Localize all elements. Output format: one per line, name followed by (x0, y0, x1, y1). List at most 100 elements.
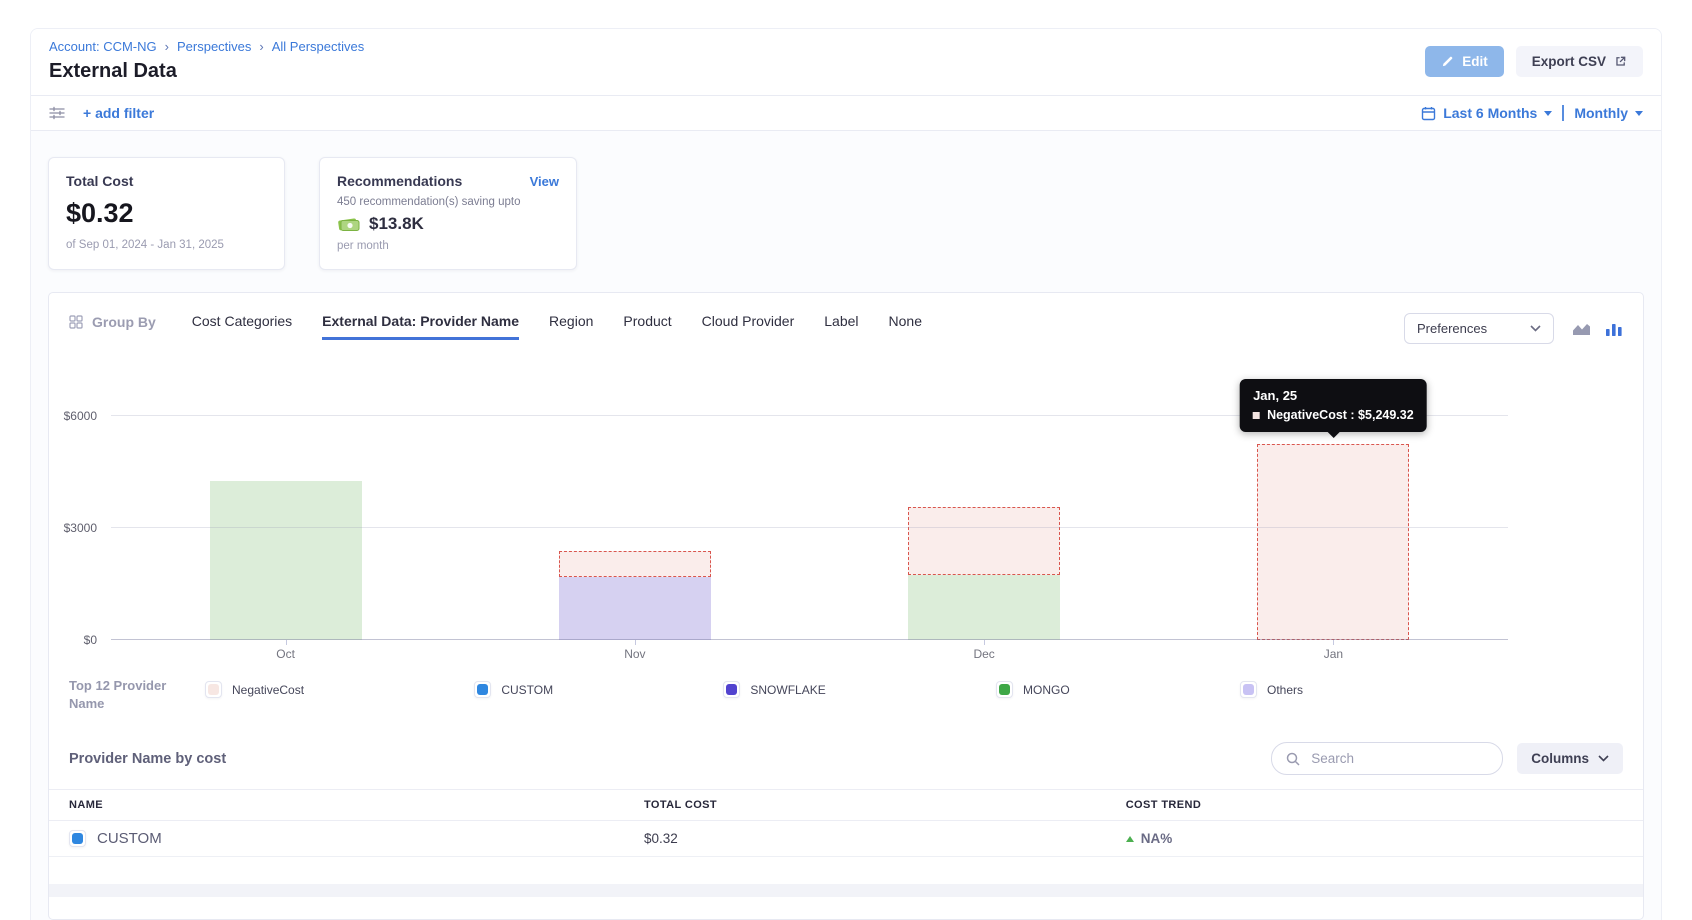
summary-cards: Total Cost $0.32 of Sep 01, 2024 - Jan 3… (48, 157, 1644, 270)
breadcrumb-link-account-ccm-ng[interactable]: Account: CCM-NG (49, 39, 157, 54)
columns-button-label: Columns (1531, 751, 1589, 766)
recommendations-card: Recommendations View 450 recommendation(… (319, 157, 577, 270)
divider (1562, 105, 1564, 121)
x-axis-labels: OctNovDecJan (111, 647, 1508, 661)
y-axis-label-3000: $3000 (64, 521, 97, 535)
legend-item-custom[interactable]: CUSTOM (474, 681, 553, 698)
search-icon (1286, 752, 1300, 766)
recommendations-label: Recommendations (337, 173, 462, 189)
legend-label-mongo: MONGO (1023, 683, 1070, 697)
view-recommendations-link[interactable]: View (530, 174, 559, 189)
bar-segment-dec-mongo[interactable] (908, 575, 1060, 640)
x-axis-label-jan: Jan (1159, 647, 1508, 661)
chart-band-dec (810, 370, 1159, 640)
table-toolbar: Provider Name by cost Columns (49, 742, 1643, 775)
grid-icon (69, 315, 83, 329)
legend-item-negativecost[interactable]: NegativeCost (205, 681, 304, 698)
add-filter-link[interactable]: + add filter (83, 105, 154, 121)
edit-button[interactable]: Edit (1425, 46, 1504, 77)
legend-title: Top 12 Provider Name (69, 677, 179, 712)
chevron-down-icon (1598, 755, 1609, 762)
table-header-name: NAME (69, 799, 644, 811)
export-csv-button[interactable]: Export CSV (1516, 46, 1643, 77)
breadcrumb-link-all-perspectives[interactable]: All Perspectives (272, 39, 364, 54)
bar-segment-oct-mongo[interactable] (210, 481, 362, 640)
breadcrumb-separator-icon: › (165, 40, 169, 53)
bar-segment-jan-negativecost[interactable] (1257, 444, 1409, 640)
legend-label-negativecost: NegativeCost (232, 683, 304, 697)
cell-total-cost: $0.32 (644, 831, 1126, 846)
bar-segment-nov-others[interactable] (559, 577, 711, 640)
swatch-color (726, 684, 737, 695)
bar-segment-nov-negativecost[interactable] (559, 551, 711, 577)
legend-label-snowflake: SNOWFLAKE (750, 683, 825, 697)
area-chart-icon[interactable] (1572, 321, 1591, 336)
breadcrumb-link-perspectives[interactable]: Perspectives (177, 39, 251, 54)
row-swatch-custom (69, 830, 86, 847)
groupby-label: Group By (92, 314, 156, 330)
cell-cost-trend: NA% (1126, 831, 1623, 846)
bar-chart-icon[interactable] (1605, 321, 1623, 337)
y-axis-label-0: $0 (84, 633, 97, 647)
groupby-tab-cost-categories[interactable]: Cost Categories (192, 313, 292, 340)
header-left: Account: CCM-NG›Perspectives›All Perspec… (49, 39, 364, 83)
x-axis-tick-dec (984, 640, 985, 645)
granularity-dropdown[interactable]: Monthly (1574, 105, 1628, 121)
legend-label-custom: CUSTOM (501, 683, 553, 697)
row-name-label: CUSTOM (97, 830, 162, 847)
pencil-icon (1441, 55, 1454, 68)
cell-name-custom: CUSTOM (69, 830, 644, 847)
preferences-dropdown[interactable]: Preferences (1404, 313, 1554, 344)
search-box (1271, 742, 1503, 775)
tooltip-title: Jan, 25 (1253, 388, 1414, 403)
page-title: External Data (49, 60, 364, 83)
groupby-tabs: Cost Categories External Data: Provider N… (192, 313, 1404, 340)
page-header: Account: CCM-NG›Perspectives›All Perspec… (31, 29, 1661, 96)
x-axis-label-dec: Dec (810, 647, 1159, 661)
table-header-total-cost: TOTAL COST (644, 799, 1126, 811)
export-csv-label: Export CSV (1532, 54, 1606, 69)
groupby-tab-region[interactable]: Region (549, 313, 593, 340)
external-link-icon (1614, 55, 1627, 68)
table-body: CUSTOM $0.32NA% (49, 821, 1643, 857)
groupby-tab-external-data-provider-name[interactable]: External Data: Provider Name (322, 313, 519, 340)
recommendations-amount: $13.8K (369, 214, 424, 234)
chevron-down-icon (1544, 111, 1552, 116)
chart-band-oct (111, 370, 460, 640)
edit-button-label: Edit (1462, 54, 1488, 69)
groupby-tab-cloud-provider[interactable]: Cloud Provider (702, 313, 795, 340)
total-cost-value: $0.32 (66, 198, 267, 229)
x-axis-label-nov: Nov (460, 647, 809, 661)
chevron-down-icon (1635, 111, 1643, 116)
groupby-tab-none[interactable]: None (889, 313, 922, 340)
x-axis-tick-jan (1333, 640, 1334, 645)
time-range-widget: Last 6 Months Monthly (1421, 105, 1643, 121)
legend-item-mongo[interactable]: MONGO (996, 681, 1070, 698)
x-axis-tick-nov (635, 640, 636, 645)
bar-segment-dec-negativecost[interactable] (908, 507, 1060, 574)
gridline-3000 (111, 527, 1508, 528)
chart-tooltip: Jan, 25 NegativeCost : $5,249.32 (1240, 379, 1427, 432)
table-header-cost-trend: COST TREND (1126, 799, 1623, 811)
search-input[interactable] (1309, 750, 1488, 767)
chart-band-nov (460, 370, 809, 640)
legend-item-others[interactable]: Others (1240, 681, 1303, 698)
legend-swatch-snowflake (723, 681, 740, 698)
total-cost-label: Total Cost (66, 173, 267, 189)
filter-settings-icon[interactable] (49, 106, 65, 120)
groupby-row: Group By Cost Categories External Data: P… (49, 293, 1643, 344)
groupby-tab-label[interactable]: Label (824, 313, 858, 340)
content-area: Total Cost $0.32 of Sep 01, 2024 - Jan 3… (31, 131, 1661, 920)
app-frame: Account: CCM-NG›Perspectives›All Perspec… (30, 28, 1662, 920)
legend-item-snowflake[interactable]: SNOWFLAKE (723, 681, 825, 698)
tooltip-caret (1326, 431, 1340, 438)
gridline-0 (111, 639, 1508, 640)
table-row-custom[interactable]: CUSTOM $0.32NA% (49, 821, 1643, 857)
bar-nov[interactable] (559, 551, 711, 640)
time-range-dropdown[interactable]: Last 6 Months (1443, 105, 1537, 121)
bar-oct[interactable] (210, 481, 362, 640)
columns-button[interactable]: Columns (1517, 743, 1623, 774)
legend-items: NegativeCost CUSTOM SNOWFLAKE MONGO Others (205, 677, 1303, 698)
groupby-tab-product[interactable]: Product (623, 313, 671, 340)
bar-jan[interactable] (1257, 444, 1409, 640)
